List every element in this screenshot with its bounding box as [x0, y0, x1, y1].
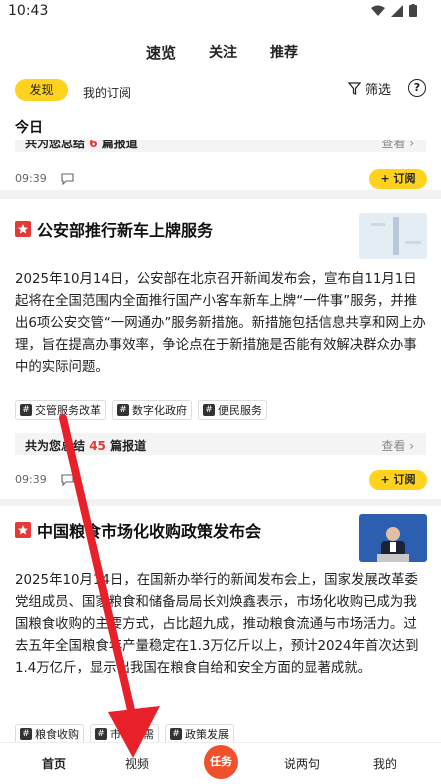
card-summary-text: 2025年10月14日，在国新办举行的新闻发布会上，国家发展改革委党组成员、国家…: [15, 573, 419, 676]
comment-icon[interactable]: [61, 172, 74, 185]
tag-chip[interactable]: # 交管服务改革: [15, 400, 106, 420]
nav-profile[interactable]: 我的: [373, 755, 397, 772]
tab-following[interactable]: 关注: [209, 42, 237, 62]
publish-time: 09:39: [15, 172, 47, 185]
hashtag-icon: #: [20, 728, 32, 740]
filter-button[interactable]: 筛选: [348, 79, 391, 98]
news-card-2[interactable]: 公安部推行新车上牌服务 2025年10月14日，公安部在北京召开新闻发布会，宣布…: [0, 199, 441, 499]
news-card-1[interactable]: 共为您总结 6 篇报道 查看 › 09:39 + 订阅: [0, 140, 441, 190]
tag-chip[interactable]: # 数字化政府: [112, 400, 192, 420]
card-meta: 09:39: [15, 172, 74, 185]
summary-row[interactable]: 共为您总结 6 篇报道 查看 ›: [15, 140, 426, 152]
subscribe-button[interactable]: + 订阅: [369, 470, 427, 490]
featured-star-icon: [15, 522, 31, 538]
summary-text: 共为您总结 45 篇报道: [25, 439, 147, 453]
today-label: 今日: [15, 120, 43, 136]
summary-row[interactable]: 共为您总结 45 篇报道 查看 ›: [15, 433, 426, 455]
discover-pill[interactable]: 发现: [15, 79, 68, 101]
comment-icon[interactable]: [61, 473, 74, 486]
today-header: 今日: [0, 114, 441, 140]
news-thumbnail[interactable]: [359, 213, 427, 259]
tag-chip[interactable]: # 粮食收购: [15, 724, 84, 744]
news-card-3[interactable]: 中国粮食市场化收购政策发布会 2025年10月14日，在国新办举行的新闻发布会上…: [0, 506, 441, 746]
nav-comments[interactable]: 说两句: [284, 755, 320, 772]
hashtag-icon: #: [203, 404, 215, 416]
tag-chip[interactable]: # 政策发展: [165, 724, 234, 744]
status-icons: [371, 4, 417, 17]
wifi-icon: [371, 5, 385, 16]
hashtag-icon: #: [170, 728, 182, 740]
card-title[interactable]: 公安部推行新车上牌服务: [37, 217, 213, 241]
battery-icon: [409, 4, 417, 17]
view-more-link[interactable]: 查看 ›: [381, 437, 414, 454]
hashtag-icon: #: [20, 404, 32, 416]
card-summary-text: 2025年10月14日，公安部在北京召开新闻发布会，宣布自11月1日起将在全国范…: [15, 272, 426, 375]
tab-overview[interactable]: 速览: [146, 42, 176, 63]
tag-chip[interactable]: # 便民服务: [198, 400, 267, 420]
status-bar: 10:43: [0, 0, 441, 24]
summary-text: 共为您总结 6 篇报道: [25, 140, 138, 151]
status-time: 10:43: [8, 3, 49, 19]
nav-video[interactable]: 视频: [125, 755, 149, 772]
featured-star-icon: [15, 221, 31, 237]
tag-list: # 交管服务改革 # 数字化政府 # 便民服务: [15, 400, 267, 420]
nav-home[interactable]: 首页: [42, 755, 66, 772]
summary-count: 45: [89, 439, 106, 453]
help-icon[interactable]: ?: [408, 79, 426, 97]
news-thumbnail[interactable]: [359, 514, 427, 562]
filter-icon: [348, 82, 361, 95]
signal-icon: [391, 4, 403, 17]
bottom-nav: 首页 视频 任务 说两句 我的: [0, 742, 441, 784]
nav-task-button[interactable]: 任务: [204, 745, 238, 779]
my-subscriptions-tab[interactable]: 我的订阅: [83, 84, 131, 101]
card-title[interactable]: 中国粮食市场化收购政策发布会: [37, 518, 261, 542]
hashtag-icon: #: [117, 404, 129, 416]
tab-recommended[interactable]: 推荐: [270, 42, 298, 62]
summary-count: 6: [89, 140, 98, 150]
subscribe-button[interactable]: + 订阅: [369, 169, 427, 189]
sub-bar: 发现 我的订阅 筛选 ?: [0, 74, 441, 114]
tag-chip[interactable]: # 市场供需: [90, 724, 159, 744]
hashtag-icon: #: [95, 728, 107, 740]
tag-list: # 粮食收购 # 市场供需 # 政策发展: [15, 724, 234, 744]
publish-time: 09:39: [15, 473, 47, 486]
card-meta: 09:39: [15, 473, 74, 486]
card-title-row: 公安部推行新车上牌服务: [15, 217, 213, 241]
view-more-link[interactable]: 查看 ›: [381, 140, 414, 151]
top-tab-bar: 速览 关注 推荐: [0, 24, 441, 74]
filter-label: 筛选: [365, 83, 392, 98]
card-title-row: 中国粮食市场化收购政策发布会: [15, 518, 261, 542]
